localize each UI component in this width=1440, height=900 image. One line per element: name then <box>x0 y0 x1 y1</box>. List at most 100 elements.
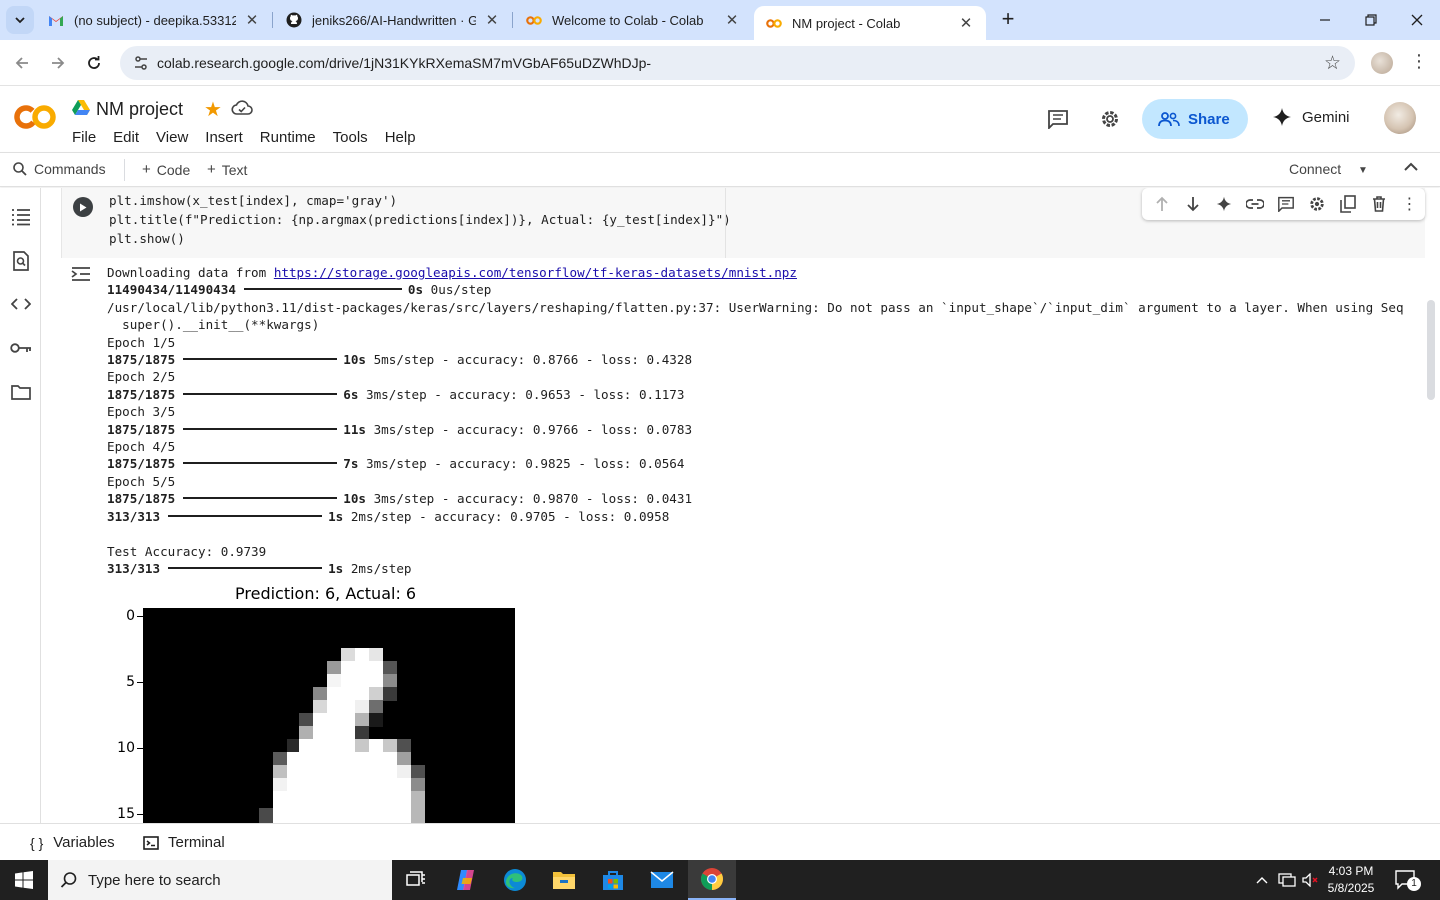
gear-icon <box>1102 111 1118 127</box>
tab-welcome-colab[interactable]: Welcome to Colab - Colab ✕ <box>514 0 752 40</box>
mirror-cell-icon[interactable] <box>1332 188 1363 220</box>
collapse-header-icon[interactable] <box>1404 159 1418 177</box>
store-app[interactable] <box>589 860 637 900</box>
back-button[interactable] <box>10 51 34 75</box>
comment-icon <box>1048 110 1068 129</box>
comment-icon[interactable] <box>1270 188 1301 220</box>
secrets-key-icon[interactable] <box>10 337 32 359</box>
browser-profile-avatar[interactable] <box>1371 52 1393 74</box>
star-icon[interactable]: ★ <box>204 97 222 122</box>
tab-close-icon[interactable]: ✕ <box>484 11 500 29</box>
tab-nm-project[interactable]: NM project - Colab ✕ <box>754 6 986 40</box>
epoch-label: Epoch 1/5 <box>107 334 176 350</box>
tab-github[interactable]: jeniks266/AI-Handwritten · GitH ✕ <box>274 0 512 40</box>
output-text: 0us/step <box>430 282 492 298</box>
settings-button[interactable] <box>1098 107 1122 131</box>
mnist-download-link[interactable]: https://storage.googleapis.com/tensorflo… <box>274 265 797 280</box>
comments-button[interactable] <box>1046 107 1070 131</box>
code-snippets-icon[interactable] <box>10 293 32 315</box>
variables-button[interactable]: { } Variables <box>30 834 115 851</box>
terminal-button[interactable]: Terminal <box>143 834 225 851</box>
mail-app[interactable] <box>638 860 686 900</box>
cloud-saved-icon[interactable] <box>231 100 253 116</box>
colab-header: NM project ★ File Edit View Insert Runti… <box>0 87 1440 152</box>
copilot-app[interactable] <box>442 860 490 900</box>
menu-file[interactable]: File <box>72 129 96 146</box>
tab-close-icon[interactable]: ✕ <box>244 11 260 29</box>
network-icon[interactable] <box>1276 860 1298 900</box>
show-hidden-icons[interactable] <box>1252 860 1272 900</box>
table-of-contents-icon[interactable] <box>10 206 32 228</box>
file-explorer-app[interactable] <box>540 860 588 900</box>
progress-bar <box>243 288 402 291</box>
share-label: Share <box>1188 110 1230 128</box>
files-folder-icon[interactable] <box>10 381 32 403</box>
close-window-button[interactable] <box>1394 0 1440 40</box>
connect-dropdown-icon[interactable]: ▼ <box>1358 165 1368 176</box>
menu-tools[interactable]: Tools <box>333 129 368 146</box>
move-up-icon[interactable] <box>1146 188 1177 220</box>
delete-icon[interactable] <box>1363 188 1394 220</box>
menu-view[interactable]: View <box>156 129 188 146</box>
gemini-button[interactable]: Gemini <box>1272 107 1350 127</box>
notebook-area: plt.imshow(x_test[index], cmap='gray') p… <box>41 188 1440 823</box>
gemini-sparkle-icon[interactable] <box>1208 188 1239 220</box>
menu-runtime[interactable]: Runtime <box>260 129 316 146</box>
link-icon[interactable] <box>1239 188 1270 220</box>
account-avatar[interactable] <box>1384 102 1416 134</box>
menu-insert[interactable]: Insert <box>205 129 243 146</box>
restore-button[interactable] <box>1348 0 1394 40</box>
tab-close-icon[interactable]: ✕ <box>958 14 974 32</box>
connect-button[interactable]: Connect <box>1289 161 1341 177</box>
colab-logo[interactable] <box>14 103 56 131</box>
commands-button[interactable]: Commands <box>12 161 106 177</box>
edge-app[interactable] <box>491 860 539 900</box>
move-down-icon[interactable] <box>1177 188 1208 220</box>
menu-help[interactable]: Help <box>385 129 416 146</box>
notebook-title[interactable]: NM project <box>96 99 183 120</box>
close-icon <box>1411 14 1423 26</box>
tab-gmail[interactable]: (no subject) - deepika.53312@g ✕ <box>36 0 272 40</box>
chrome-app[interactable] <box>688 860 736 900</box>
new-tab-button[interactable]: + <box>996 8 1020 32</box>
progress-bar <box>183 462 338 465</box>
tab-close-icon[interactable]: ✕ <box>724 11 740 29</box>
digit-image <box>143 608 515 823</box>
add-text-button[interactable]: + Text <box>207 161 247 178</box>
share-button[interactable]: Share <box>1142 99 1248 139</box>
google-drive-icon[interactable] <box>72 99 90 115</box>
output-actions-icon[interactable] <box>71 266 93 284</box>
find-replace-icon[interactable] <box>10 250 32 272</box>
output-time: 1s <box>328 560 344 576</box>
code-line: plt.title(f"Prediction: {np.argmax(predi… <box>109 212 731 227</box>
code-cell[interactable]: plt.imshow(x_test[index], cmap='gray') p… <box>61 188 1425 258</box>
add-code-button[interactable]: + Code <box>142 161 190 178</box>
start-button[interactable] <box>0 860 48 900</box>
output-progress: 1875/1875 <box>107 421 176 437</box>
notebook-scrollbar[interactable] <box>1427 300 1435 400</box>
add-text-label: Text <box>221 161 248 178</box>
run-cell-button[interactable] <box>73 197 93 217</box>
reload-button[interactable] <box>82 51 106 75</box>
minimize-button[interactable] <box>1302 0 1348 40</box>
output-text: 2ms/step - accuracy: 0.9705 - loss: 0.09… <box>350 508 670 524</box>
system-clock[interactable]: 4:03 PM 5/8/2025 <box>1316 863 1386 897</box>
tab-search-button[interactable] <box>6 6 34 34</box>
forward-button[interactable] <box>46 51 70 75</box>
bookmark-star-icon[interactable]: ☆ <box>1324 52 1341 75</box>
output-time: 10s <box>343 491 366 507</box>
code-editor[interactable]: plt.imshow(x_test[index], cmap='gray') p… <box>109 191 731 248</box>
site-settings-icon[interactable] <box>132 54 150 72</box>
chrome-icon <box>701 868 723 890</box>
task-view-button[interactable] <box>392 860 440 900</box>
address-bar[interactable]: colab.research.google.com/drive/1jN31KYk… <box>120 46 1355 80</box>
taskbar-search-placeholder: Type here to search <box>88 871 221 889</box>
gear-icon[interactable] <box>1301 188 1332 220</box>
braces-icon: { } <box>30 834 44 851</box>
clock-time: 4:03 PM <box>1328 864 1374 878</box>
browser-menu-icon[interactable]: ⋮ <box>1410 51 1428 75</box>
taskbar-search-box[interactable]: Type here to search <box>48 860 392 900</box>
menu-edit[interactable]: Edit <box>113 129 139 146</box>
more-options-icon[interactable]: ⋮ <box>1394 188 1425 220</box>
notification-center-button[interactable]: 1 <box>1395 869 1421 891</box>
